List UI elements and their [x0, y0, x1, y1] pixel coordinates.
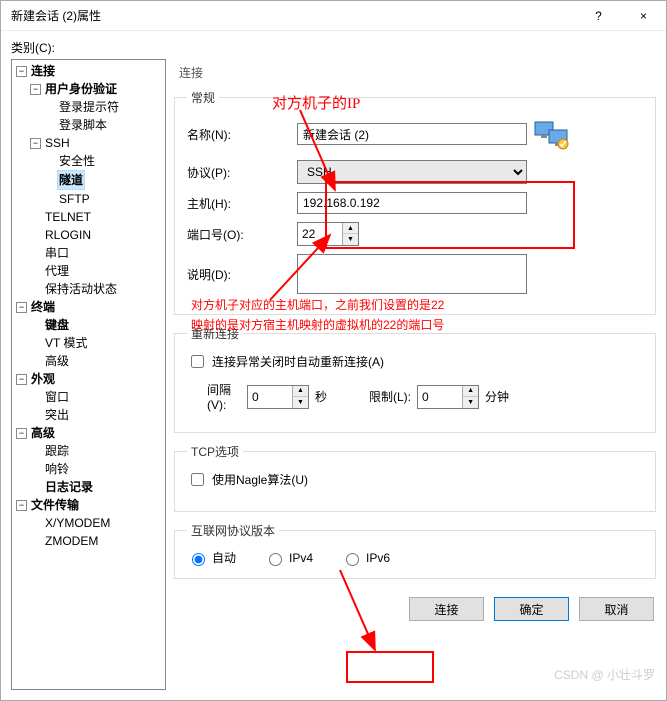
tree-serial[interactable]: 串口 — [43, 244, 71, 262]
tree-sftp[interactable]: SFTP — [57, 190, 92, 208]
window-title: 新建会话 (2)属性 — [11, 7, 576, 24]
general-group: 常规 名称(N): 协议(P): SSH 主机( — [174, 89, 656, 315]
tree-logging[interactable]: 日志记录 — [43, 478, 95, 496]
tree-keyboard[interactable]: 键盘 — [43, 316, 71, 334]
category-label: 类别(C): — [11, 39, 656, 56]
port-spinner[interactable]: ▲▼ — [297, 222, 359, 246]
settings-panel: 连接 常规 名称(N): 协议(P): SSH — [174, 59, 656, 690]
tree-tunnel[interactable]: 隧道 — [57, 170, 85, 190]
reconnect-group: 重新连接 连接异常关闭时自动重新连接(A) 间隔(V): ▲▼ 秒 限制(L):… — [174, 325, 656, 433]
interval-label: 间隔(V): — [187, 381, 247, 412]
tree-connection[interactable]: 连接 — [29, 62, 57, 80]
tree-proxy[interactable]: 代理 — [43, 262, 71, 280]
tree-keepalive[interactable]: 保持活动状态 — [43, 280, 119, 298]
tree-user-auth[interactable]: 用户身份验证 — [43, 80, 119, 98]
tree-trace[interactable]: 跟踪 — [43, 442, 71, 460]
ipv4-radio[interactable]: IPv4 — [264, 550, 313, 566]
title-bar: 新建会话 (2)属性 ? × — [1, 1, 666, 31]
tree-window[interactable]: 窗口 — [43, 388, 71, 406]
collapse-icon[interactable]: − — [16, 66, 27, 77]
tree-login-prompt[interactable]: 登录提示符 — [57, 98, 121, 116]
tree-telnet[interactable]: TELNET — [43, 208, 93, 226]
panel-heading: 连接 — [174, 59, 656, 89]
collapse-icon[interactable]: − — [16, 302, 27, 313]
tree-appearance[interactable]: 外观 — [29, 370, 57, 388]
collapse-icon[interactable]: − — [16, 374, 27, 385]
host-label: 主机(H): — [187, 195, 297, 212]
name-label: 名称(N): — [187, 126, 297, 143]
spin-down-icon[interactable]: ▼ — [343, 234, 358, 245]
collapse-icon[interactable]: − — [16, 428, 27, 439]
auto-reconnect-checkbox[interactable] — [191, 355, 204, 368]
ok-button[interactable]: 确定 — [494, 597, 569, 621]
tree-advanced2[interactable]: 高级 — [29, 424, 57, 442]
dialog-footer: 连接 确定 取消 — [174, 589, 656, 621]
tree-login-script[interactable]: 登录脚本 — [57, 116, 109, 134]
ipv-group: 互联网协议版本 自动 IPv4 IPv6 — [174, 522, 656, 579]
name-input[interactable] — [297, 123, 527, 145]
ipv6-radio[interactable]: IPv6 — [341, 550, 390, 566]
tree-bell[interactable]: 响铃 — [43, 460, 71, 478]
collapse-icon[interactable]: − — [30, 138, 41, 149]
limit-spinner[interactable]: ▲▼ — [417, 385, 479, 409]
collapse-icon[interactable]: − — [30, 84, 41, 95]
connect-button[interactable]: 连接 — [409, 597, 484, 621]
session-properties-dialog: 新建会话 (2)属性 ? × 类别(C): −连接 −用户身份验证 登录提示符 … — [0, 0, 667, 701]
protocol-label: 协议(P): — [187, 164, 297, 181]
nagle-label: 使用Nagle算法(U) — [212, 471, 308, 488]
desc-textarea[interactable] — [297, 254, 527, 294]
protocol-select[interactable]: SSH — [297, 160, 527, 184]
host-input[interactable] — [297, 192, 527, 214]
close-button[interactable]: × — [621, 1, 666, 31]
nagle-checkbox[interactable] — [191, 473, 204, 486]
tree-vtmode[interactable]: VT 模式 — [43, 334, 89, 352]
tree-terminal[interactable]: 终端 — [29, 298, 57, 316]
computers-icon — [533, 116, 573, 152]
tcp-group: TCP选项 使用Nagle算法(U) — [174, 443, 656, 512]
desc-label: 说明(D): — [187, 266, 297, 283]
collapse-icon[interactable]: − — [16, 500, 27, 511]
ipv-auto-radio[interactable]: 自动 — [187, 549, 236, 566]
tree-highlight[interactable]: 突出 — [43, 406, 71, 424]
limit-label: 限制(L): — [369, 388, 411, 405]
tree-security[interactable]: 安全性 — [57, 152, 97, 170]
tree-zmodem[interactable]: ZMODEM — [43, 532, 100, 550]
tree-rlogin[interactable]: RLOGIN — [43, 226, 93, 244]
help-button[interactable]: ? — [576, 1, 621, 31]
tree-xymodem[interactable]: X/YMODEM — [43, 514, 112, 532]
category-tree[interactable]: −连接 −用户身份验证 登录提示符 登录脚本 −SSH — [11, 59, 166, 690]
tree-filetransfer[interactable]: 文件传输 — [29, 496, 81, 514]
auto-reconnect-label: 连接异常关闭时自动重新连接(A) — [212, 353, 384, 370]
cancel-button[interactable]: 取消 — [579, 597, 654, 621]
port-input[interactable] — [298, 223, 342, 245]
tree-ssh[interactable]: SSH — [43, 134, 72, 152]
interval-spinner[interactable]: ▲▼ — [247, 385, 309, 409]
tree-advanced1[interactable]: 高级 — [43, 352, 71, 370]
port-label: 端口号(O): — [187, 226, 297, 243]
spin-up-icon[interactable]: ▲ — [343, 223, 358, 234]
